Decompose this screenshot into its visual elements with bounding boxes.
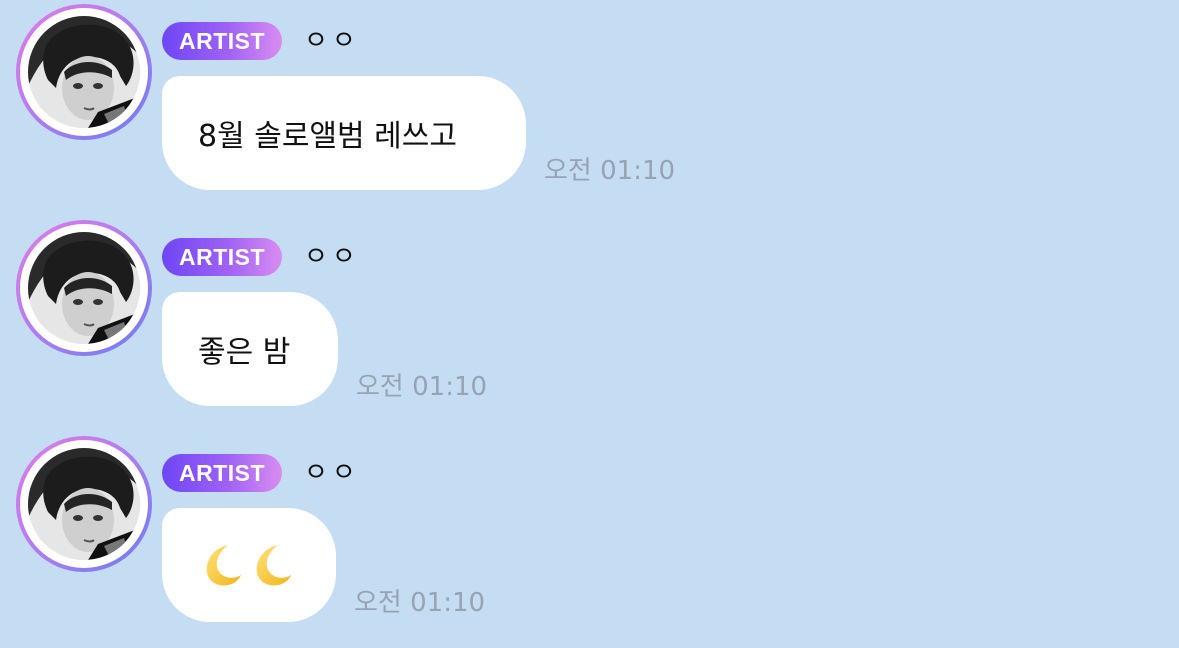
profile-photo bbox=[28, 232, 140, 344]
artist-avatar[interactable] bbox=[16, 436, 152, 572]
crescent-moon-icon bbox=[248, 542, 294, 588]
message-bubble[interactable]: 좋은 밤 bbox=[162, 292, 338, 406]
profile-photo bbox=[28, 16, 140, 128]
message-timestamp: 오전 01:10 bbox=[356, 372, 488, 402]
chat-message: ARTIST ㅇㅇ 8월 솔로앨범 레쓰고 오전 01:10 bbox=[0, 0, 1179, 216]
message-bubble[interactable]: 8월 솔로앨범 레쓰고 bbox=[162, 76, 526, 190]
sender-name: ㅇㅇ bbox=[304, 242, 360, 272]
message-bubble[interactable] bbox=[162, 508, 336, 622]
artist-avatar[interactable] bbox=[16, 4, 152, 140]
message-timestamp: 오전 01:10 bbox=[544, 156, 676, 186]
sender-name: ㅇㅇ bbox=[304, 26, 360, 56]
emoji-group bbox=[198, 542, 294, 588]
message-text: 좋은 밤 bbox=[198, 335, 291, 370]
artist-avatar[interactable] bbox=[16, 220, 152, 356]
profile-photo bbox=[28, 448, 140, 560]
artist-badge: ARTIST bbox=[162, 22, 282, 60]
chat-message: ARTIST ㅇㅇ 좋은 밤 오전 01:10 bbox=[0, 216, 1179, 432]
artist-badge: ARTIST bbox=[162, 238, 282, 276]
sender-name: ㅇㅇ bbox=[304, 458, 360, 488]
artist-badge: ARTIST bbox=[162, 454, 282, 492]
chat-message: ARTIST ㅇㅇ 오전 01:10 bbox=[0, 432, 1179, 648]
message-timestamp: 오전 01:10 bbox=[354, 588, 486, 618]
crescent-moon-icon bbox=[198, 542, 244, 588]
message-text: 8월 솔로앨범 레쓰고 bbox=[198, 119, 457, 154]
